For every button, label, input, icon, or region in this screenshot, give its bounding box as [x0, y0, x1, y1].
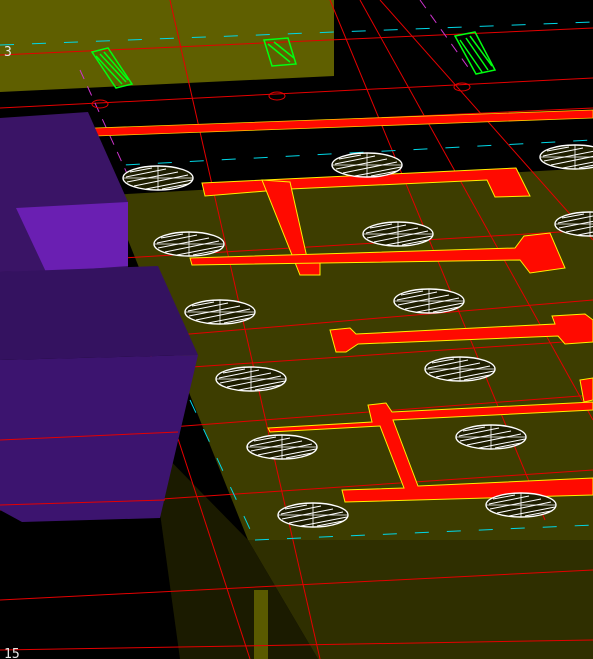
tie-beam-strip[interactable]: [94, 109, 593, 137]
cad-3d-viewport[interactable]: 3 15: [0, 0, 593, 659]
upper-slab[interactable]: [0, 0, 334, 92]
grid-axis-label-bottom: 15: [4, 647, 20, 659]
model-canvas[interactable]: [0, 0, 593, 659]
grid-axis-label-top: 3: [4, 45, 12, 60]
lower-block[interactable]: [254, 590, 268, 659]
